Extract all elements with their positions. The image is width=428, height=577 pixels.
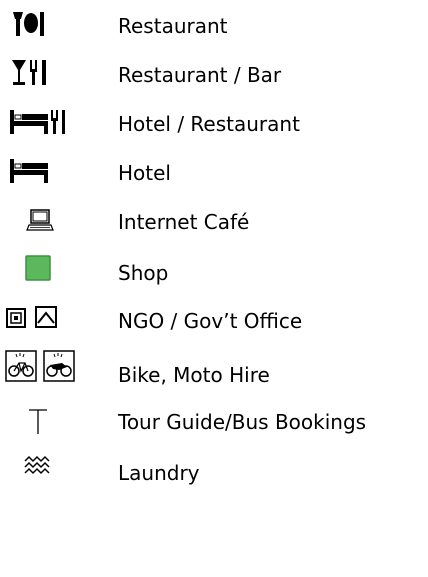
legend-label: Restaurant — [118, 14, 228, 38]
legend-label: Bike, Moto Hire — [118, 363, 270, 387]
legend-item-restaurant-bar: Restaurant / Bar — [0, 55, 428, 95]
map-legend: Restaurant Restaurant / Bar Hotel / Rest… — [0, 0, 428, 577]
tour-guide-icon — [0, 403, 114, 443]
legend-label: NGO / Gov’t Office — [118, 309, 303, 333]
legend-label: Hotel / Restaurant — [118, 112, 300, 136]
shop-icon — [0, 251, 114, 291]
legend-item-hotel: Hotel — [0, 153, 428, 193]
ngo-gov-office-icon — [0, 300, 114, 340]
hotel-icon — [0, 153, 114, 193]
legend-label: Internet Café — [118, 210, 250, 234]
legend-label: Laundry — [118, 461, 200, 485]
legend-label: Tour Guide/Bus Bookings — [118, 410, 367, 434]
legend-item-restaurant: Restaurant — [0, 6, 428, 46]
bike-moto-hire-icon — [0, 349, 114, 389]
legend-item-shop: Shop — [0, 251, 428, 291]
internet-cafe-icon — [0, 202, 114, 242]
laundry-icon — [0, 448, 114, 488]
legend-item-internet-cafe: Internet Café — [0, 202, 428, 242]
legend-label: Shop — [118, 261, 169, 285]
legend-item-tour-guide: Tour Guide/Bus Bookings — [0, 403, 428, 443]
legend-item-hotel-restaurant: Hotel / Restaurant — [0, 104, 428, 144]
legend-label: Restaurant / Bar — [118, 63, 282, 87]
restaurant-bar-icon — [0, 55, 114, 95]
legend-item-ngo-office: NGO / Gov’t Office — [0, 300, 428, 340]
legend-label: Hotel — [118, 161, 171, 185]
legend-item-bike-moto-hire: Bike, Moto Hire — [0, 349, 428, 389]
restaurant-icon — [0, 6, 114, 46]
legend-item-laundry: Laundry — [0, 448, 428, 488]
hotel-restaurant-icon — [0, 104, 114, 144]
